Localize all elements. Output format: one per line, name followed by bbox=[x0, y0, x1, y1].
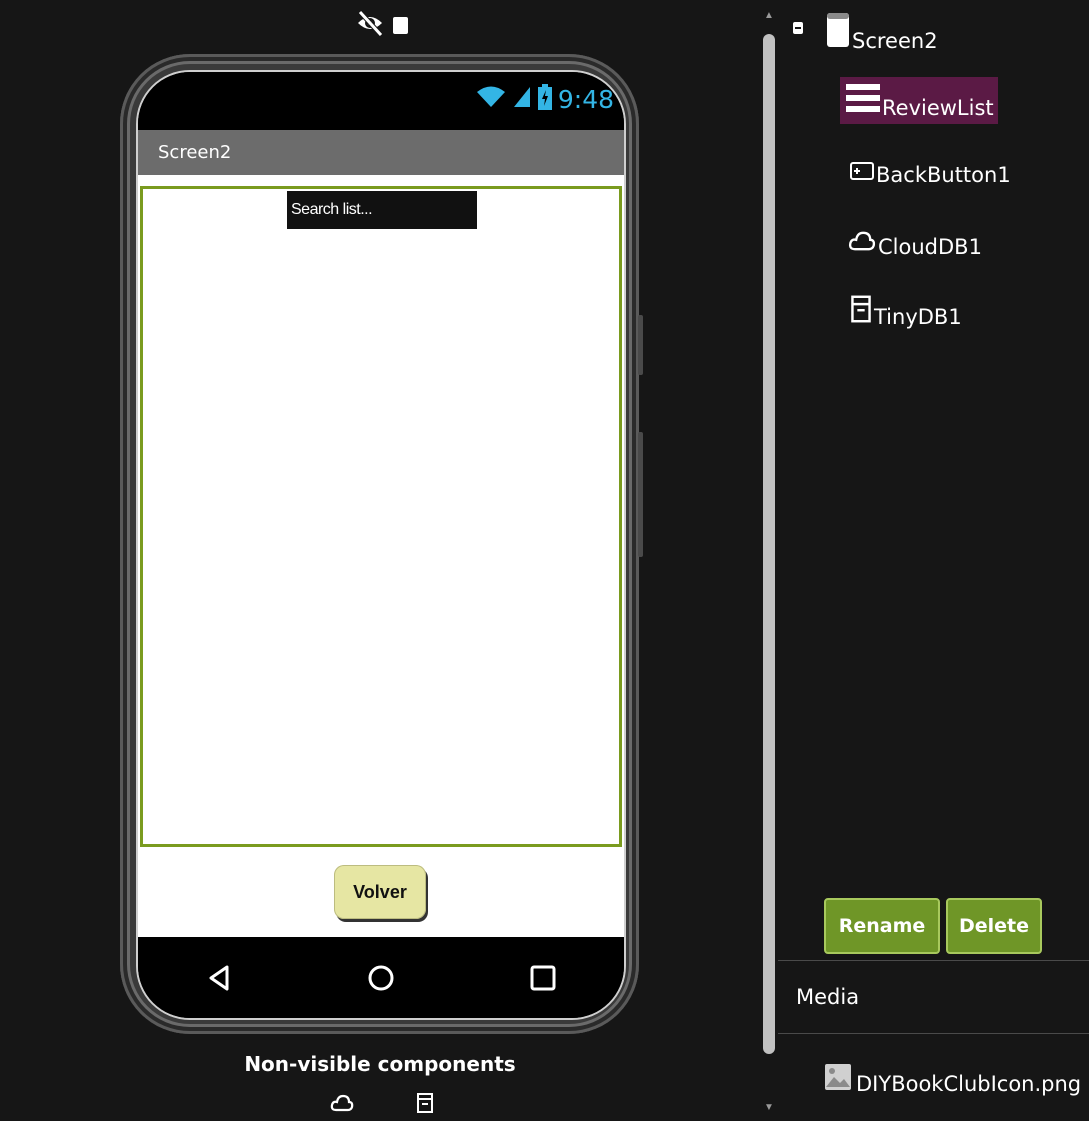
wifi-icon bbox=[476, 85, 506, 114]
android-nav-bar bbox=[138, 937, 624, 1018]
list-icon bbox=[846, 81, 880, 120]
phone-volume-button bbox=[638, 432, 643, 557]
battery-icon bbox=[537, 84, 552, 115]
screen-phone-icon bbox=[826, 12, 850, 53]
tree-item-backbutton1[interactable]: BackButton1 bbox=[850, 160, 1011, 187]
cloud-icon bbox=[848, 228, 876, 259]
media-file-label: DIYBookClubIcon.png bbox=[856, 1072, 1082, 1096]
tree-item-clouddb1[interactable]: CloudDB1 bbox=[848, 228, 982, 259]
back-triangle-icon[interactable] bbox=[199, 958, 239, 998]
tree-item-label: Screen2 bbox=[852, 29, 938, 53]
hidden-components-icon[interactable] bbox=[355, 8, 385, 43]
tree-item-label: BackButton1 bbox=[876, 163, 1011, 187]
collapse-toggle-icon[interactable] bbox=[793, 22, 803, 34]
home-circle-icon[interactable] bbox=[361, 958, 401, 998]
components-panel: Screen2 ReviewList BackButton1 CloudDB1 … bbox=[778, 0, 1089, 1121]
cloud-icon[interactable] bbox=[330, 1092, 354, 1119]
phone-screen: 9:48 Screen2 Search list... Volver bbox=[138, 72, 624, 1018]
phone-power-button bbox=[638, 315, 643, 375]
recents-square-icon[interactable] bbox=[523, 958, 563, 998]
archive-icon[interactable] bbox=[416, 1092, 434, 1119]
rename-button[interactable]: Rename bbox=[824, 898, 940, 954]
tree-item-label: TinyDB1 bbox=[874, 305, 962, 329]
scroll-up-arrow-icon[interactable]: ▲ bbox=[764, 10, 774, 21]
tree-item-screen2[interactable]: Screen2 bbox=[826, 12, 938, 53]
tree-item-reviewlist[interactable]: ReviewList bbox=[840, 77, 998, 124]
viewer-toolbar bbox=[355, 8, 408, 43]
media-file-item[interactable]: DIYBookClubIcon.png bbox=[824, 1063, 1081, 1096]
button-icon bbox=[850, 160, 874, 187]
scroll-down-arrow-icon[interactable]: ▼ bbox=[764, 1102, 774, 1113]
non-visible-components-icons bbox=[330, 1092, 434, 1119]
image-file-icon bbox=[824, 1063, 852, 1096]
status-clock: 9:48 bbox=[557, 85, 614, 114]
viewer-panel: 9:48 Screen2 Search list... Volver Non-v… bbox=[0, 0, 760, 1121]
scroll-thumb[interactable] bbox=[763, 34, 775, 1054]
tree-item-tinydb1[interactable]: TinyDB1 bbox=[850, 294, 962, 329]
divider bbox=[778, 960, 1089, 961]
divider bbox=[778, 1033, 1089, 1034]
tree-item-label: CloudDB1 bbox=[878, 235, 982, 259]
media-section-title: Media bbox=[796, 985, 860, 1009]
signal-icon bbox=[512, 85, 532, 114]
viewer-scrollbar[interactable]: ▲ ▼ bbox=[760, 0, 778, 1121]
tablet-preview-checkbox[interactable] bbox=[393, 17, 408, 34]
review-list-view[interactable]: Search list... bbox=[140, 186, 622, 847]
screen-title-bar: Screen2 bbox=[138, 130, 624, 175]
tree-item-label: ReviewList bbox=[882, 96, 994, 120]
non-visible-components-label: Non-visible components bbox=[244, 1052, 516, 1076]
delete-button[interactable]: Delete bbox=[946, 898, 1042, 954]
volver-button[interactable]: Volver bbox=[334, 865, 426, 919]
screen-content: Search list... Volver bbox=[138, 175, 624, 937]
status-bar: 9:48 bbox=[138, 72, 624, 130]
search-list-input[interactable]: Search list... bbox=[287, 191, 477, 229]
archive-icon bbox=[850, 294, 872, 329]
